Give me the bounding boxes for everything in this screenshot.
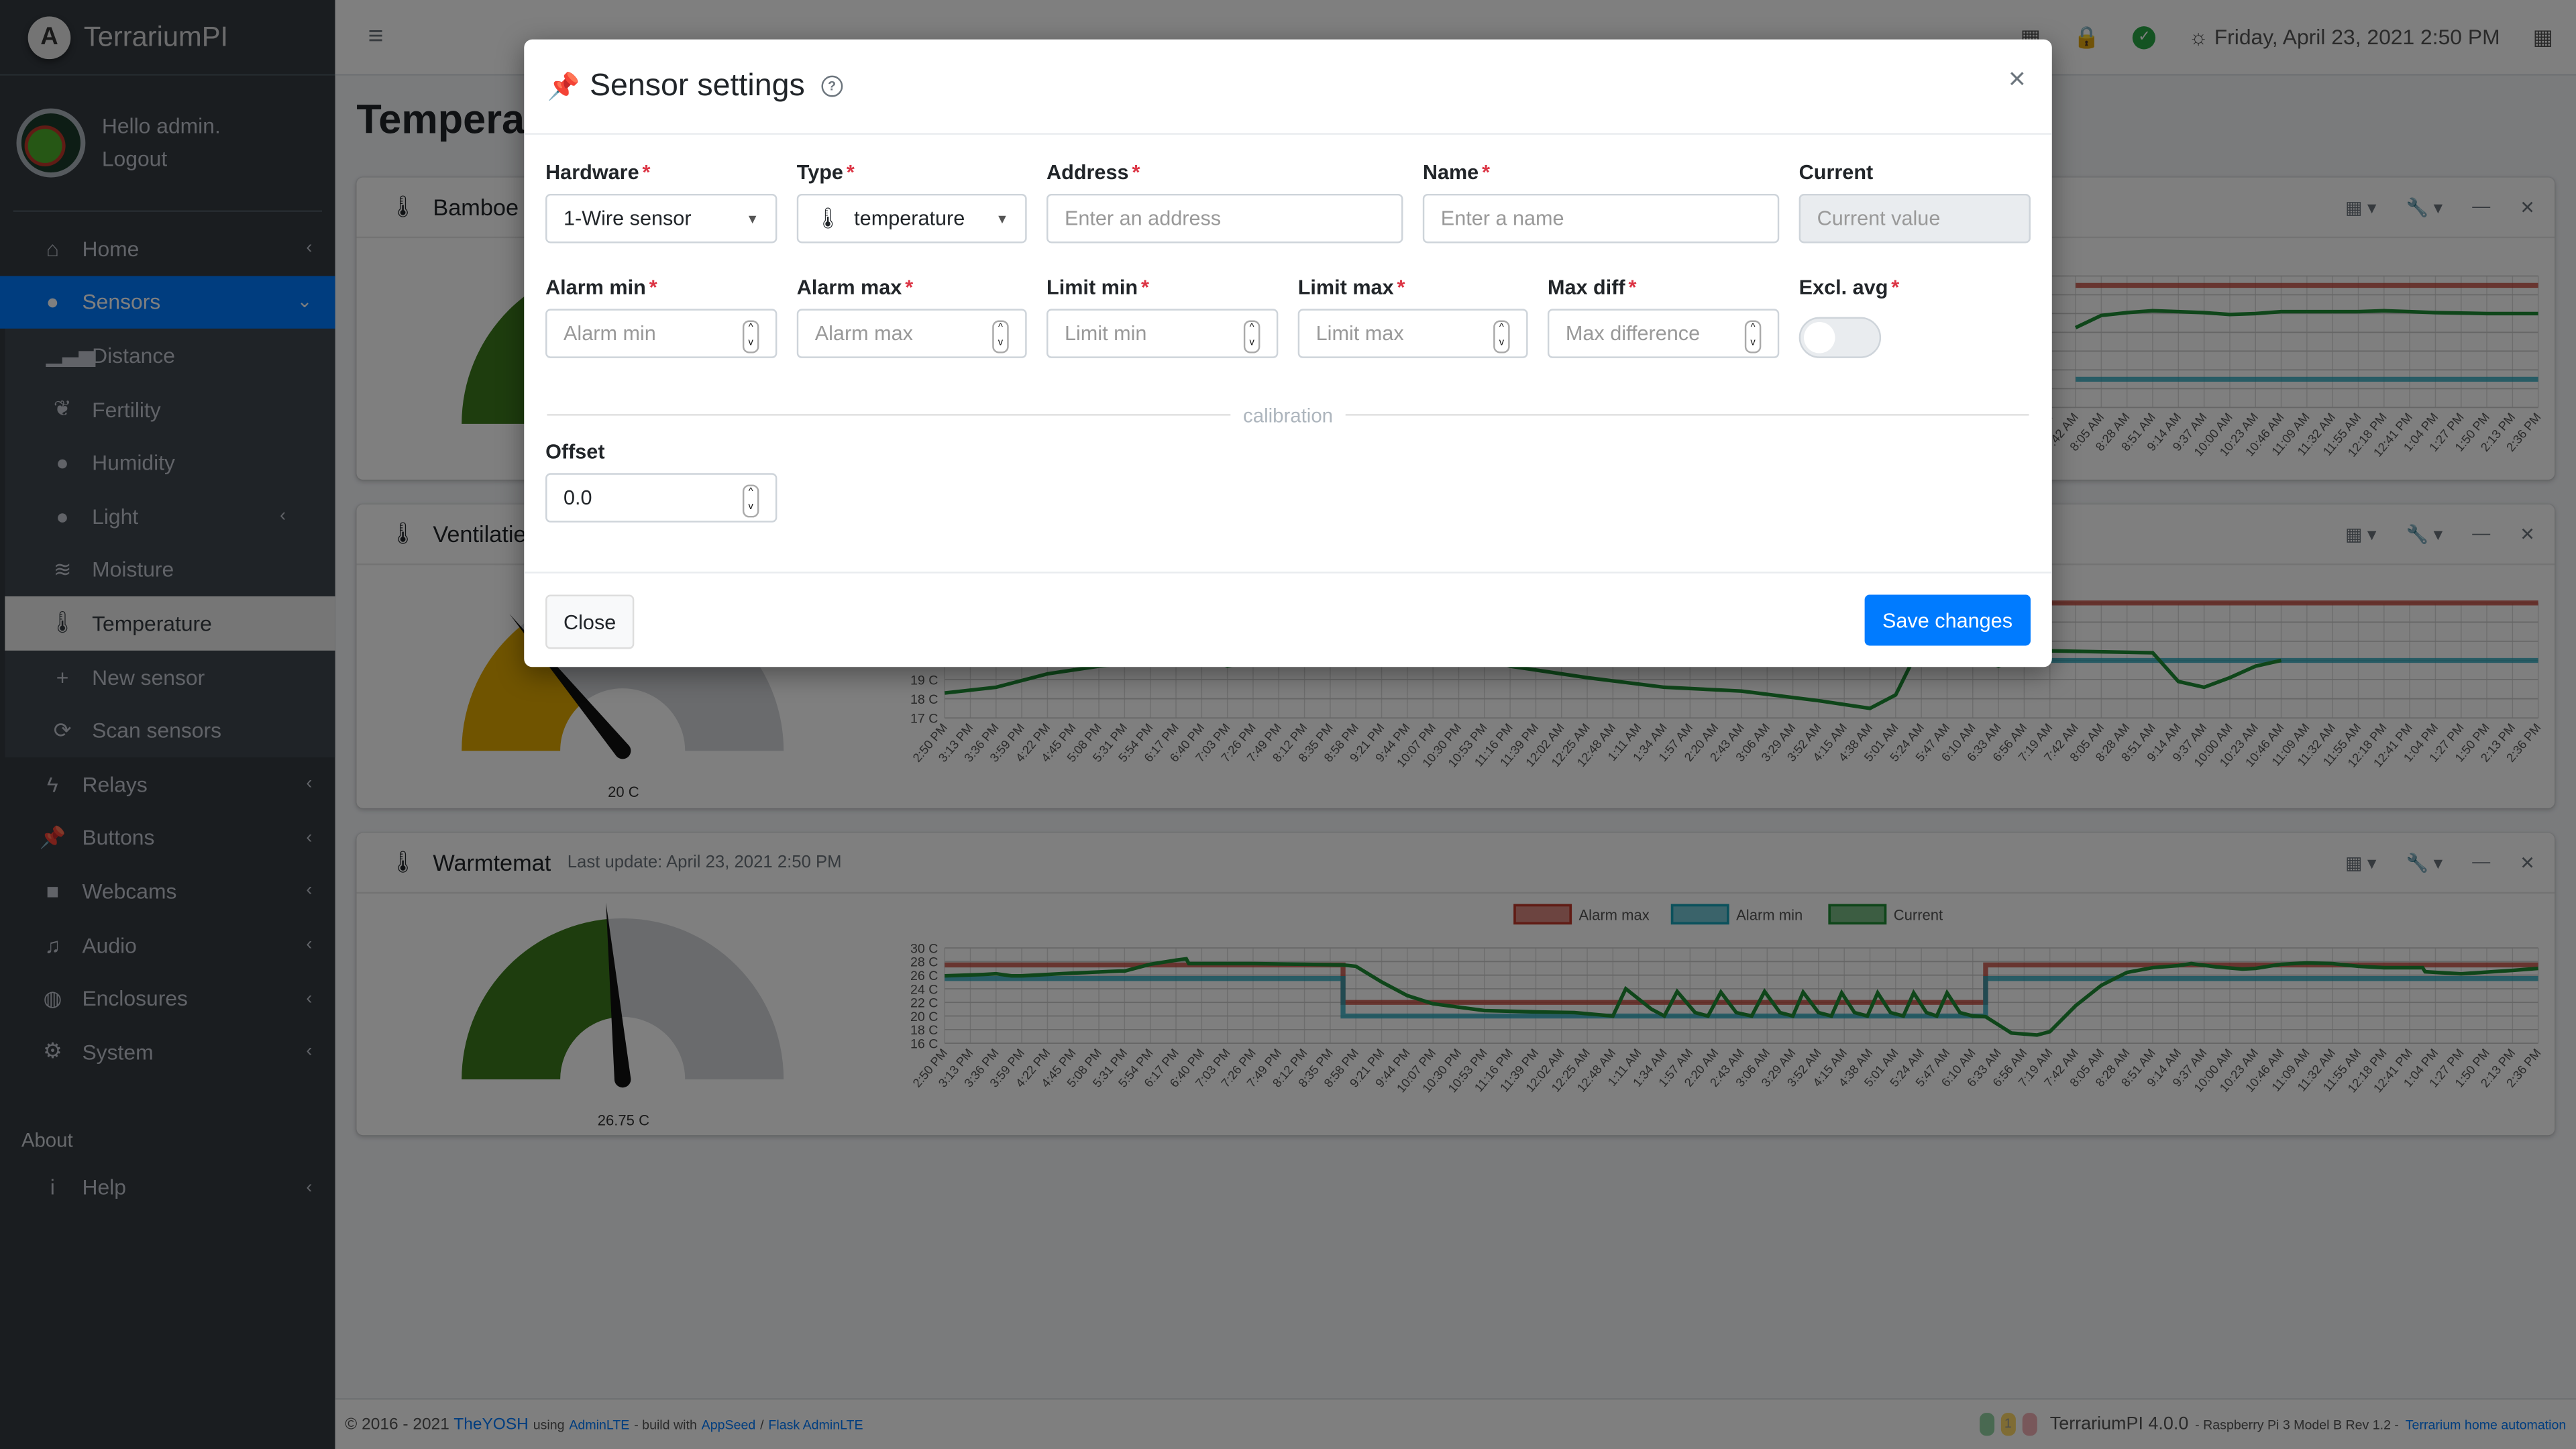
max-diff-input[interactable]: Max difference ^ v (1547, 309, 1780, 358)
close-icon[interactable]: × (2008, 62, 2026, 97)
offset-input[interactable]: 0.0 ^ v (545, 473, 777, 523)
help-icon[interactable]: ? (821, 75, 843, 97)
max-diff-label: Max diff * (1547, 276, 1637, 299)
current-field: Current Current value (1799, 161, 2031, 244)
offset-label: Offset (545, 440, 605, 464)
thumbtack-icon: 📌 (547, 72, 580, 101)
close-button[interactable]: Close (545, 594, 635, 649)
limit-min-field: Limit min * Limit min ^ v (1046, 276, 1279, 358)
thermometer-icon: 🌡 (814, 206, 841, 229)
number-spinner[interactable]: ^ v (742, 320, 759, 354)
limit-min-label: Limit min * (1046, 276, 1149, 299)
limit-max-field: Limit max * Limit max ^ v (1297, 276, 1528, 358)
number-spinner[interactable]: ^ v (1744, 320, 1762, 354)
number-spinner[interactable]: ^ v (742, 484, 759, 518)
modal-title: Sensor settings (589, 68, 805, 103)
current-input: Current value (1799, 193, 2031, 244)
offset-field: Offset 0.0 ^ v (545, 440, 777, 523)
number-spinner[interactable]: ^ v (1493, 320, 1510, 354)
excl-avg-label: Excl. avg * (1799, 276, 1900, 299)
address-input[interactable]: Enter an address (1046, 193, 1403, 244)
dropdown-caret-icon: ▼ (746, 211, 759, 226)
alarm-min-field: Alarm min * Alarm min ^ v (545, 276, 777, 358)
excl-avg-toggle[interactable] (1799, 317, 1882, 358)
limit-max-input[interactable]: Limit max ^ v (1297, 309, 1528, 358)
name-input[interactable]: Enter a name (1422, 193, 1780, 244)
current-label: Current (1799, 161, 1874, 184)
alarm-max-input[interactable]: Alarm max ^ v (796, 309, 1027, 358)
sensor-settings-modal: 📌 Sensor settings ? × Hardware * 1-Wire s… (524, 39, 2052, 667)
number-spinner[interactable]: ^ v (1243, 320, 1260, 354)
limit-max-label: Limit max * (1297, 276, 1405, 299)
type-select[interactable]: 🌡 temperature ▼ (796, 193, 1027, 244)
alarm-min-input[interactable]: Alarm min ^ v (545, 309, 777, 358)
max-diff-field: Max diff * Max difference ^ v (1547, 276, 1780, 358)
hardware-select[interactable]: 1-Wire sensor ▼ (545, 193, 777, 244)
type-label: Type * (796, 161, 855, 184)
excl-avg-field: Excl. avg * (1799, 276, 2031, 358)
alarm-max-field: Alarm max * Alarm max ^ v (796, 276, 1027, 358)
type-field: Type * 🌡 temperature ▼ (796, 161, 1027, 244)
hardware-field: Hardware * 1-Wire sensor ▼ (545, 161, 777, 244)
address-field: Address * Enter an address (1046, 161, 1403, 244)
alarm-max-label: Alarm max * (796, 276, 914, 299)
address-label: Address * (1046, 161, 1140, 184)
save-changes-button[interactable]: Save changes (1864, 594, 2031, 646)
name-field: Name * Enter a name (1422, 161, 1780, 244)
limit-min-input[interactable]: Limit min ^ v (1046, 309, 1279, 358)
dropdown-caret-icon: ▼ (996, 211, 1009, 226)
number-spinner[interactable]: ^ v (992, 320, 1009, 354)
hardware-label: Hardware * (545, 161, 651, 184)
name-label: Name * (1422, 161, 1491, 184)
calibration-divider: calibration (547, 403, 2029, 427)
alarm-min-label: Alarm min * (545, 276, 657, 299)
